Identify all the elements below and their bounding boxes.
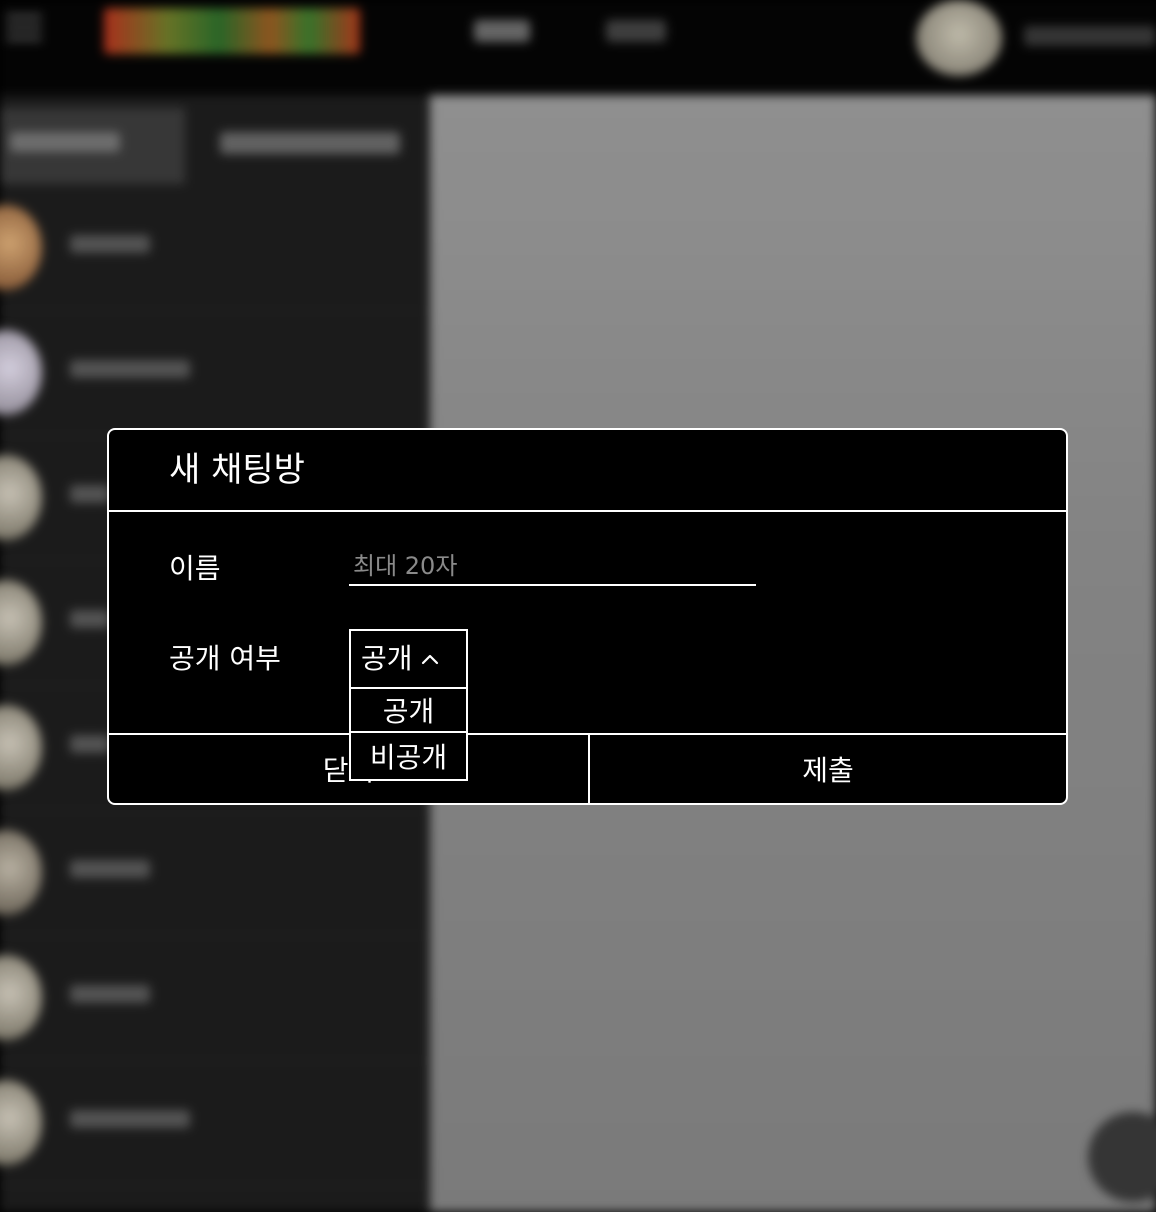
new-chatroom-dialog: 새 채팅방 이름 공개 여부 공개 공개 비공개 닫기 제출 [107, 428, 1068, 805]
dropdown-option-private[interactable]: 비공개 [349, 733, 468, 781]
dialog-title: 새 채팅방 [169, 450, 305, 490]
dropdown-option-public[interactable]: 공개 [349, 689, 468, 733]
visibility-label: 공개 여부 [169, 642, 281, 675]
visibility-dropdown: 공개 비공개 [349, 689, 468, 781]
submit-button[interactable]: 제출 [590, 735, 1066, 803]
visibility-select[interactable]: 공개 [349, 629, 468, 689]
divider [109, 510, 1066, 512]
visibility-selected-value: 공개 [361, 642, 413, 675]
chevron-up-icon [421, 654, 438, 665]
name-input[interactable] [349, 548, 756, 586]
name-label: 이름 [169, 552, 221, 585]
